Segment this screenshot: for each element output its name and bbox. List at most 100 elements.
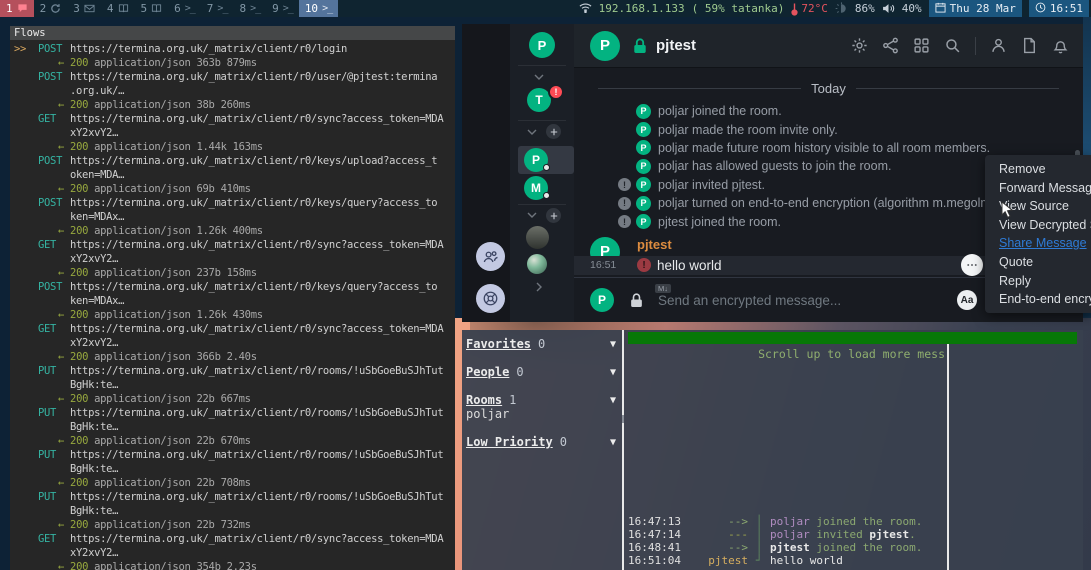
collapse-triangle-icon[interactable]: ▼	[610, 394, 616, 408]
menu-item-share-message[interactable]: Share Message	[985, 234, 1091, 253]
flow-row[interactable]: ken=MDAx…	[14, 294, 455, 308]
menu-item-quote[interactable]: Quote	[985, 253, 1091, 272]
flow-row[interactable]: BgHk:te…	[14, 462, 455, 476]
flow-row[interactable]: ← 200 application/json 22b 670ms	[14, 434, 455, 448]
chat-segment: .	[909, 528, 916, 541]
room-avatar-globe[interactable]	[527, 254, 547, 274]
flow-row[interactable]: ← 200 application/json 69b 410ms	[14, 182, 455, 196]
add-room-button[interactable]	[546, 208, 561, 223]
plus-icon	[550, 212, 558, 220]
format-button[interactable]: Aa	[957, 290, 977, 310]
search-icon[interactable]	[944, 37, 961, 54]
message-input[interactable]: Send an encrypted message...	[658, 293, 841, 308]
share-icon[interactable]	[882, 37, 899, 54]
flow-response: ← 200 application/json 38b 260ms	[58, 99, 251, 111]
workspace-number: 2	[40, 2, 47, 15]
flow-row[interactable]: BgHk:te…	[14, 378, 455, 392]
message-timestamp: 16:51	[590, 259, 624, 271]
flow-row[interactable]: xY2xvY2…	[14, 336, 455, 350]
settings-gear-icon[interactable]	[851, 37, 868, 54]
flow-row[interactable]: BgHk:te…	[14, 504, 455, 518]
encryption-warning-icon: !	[618, 197, 631, 210]
user-avatar[interactable]: P	[529, 32, 555, 58]
flow-row[interactable]: ken=MDAx…	[14, 210, 455, 224]
notifications-bell-icon[interactable]	[1052, 37, 1069, 54]
menu-item-reply[interactable]: Reply	[985, 272, 1091, 291]
members-button[interactable]	[476, 242, 505, 271]
workspace-1[interactable]: 1	[0, 0, 34, 17]
flow-response: ← 200 application/json 366b 2.40s	[58, 351, 257, 363]
sidebar-divider	[622, 330, 624, 570]
flow-row[interactable]: POSThttps://termina.org.uk/_matrix/clien…	[14, 280, 455, 294]
flow-row[interactable]: GEThttps://termina.org.uk/_matrix/client…	[14, 112, 455, 126]
members-person-icon[interactable]	[990, 37, 1007, 54]
flow-row[interactable]: PUThttps://termina.org.uk/_matrix/client…	[14, 448, 455, 462]
message-options-button[interactable]	[961, 254, 983, 276]
topic-bar	[628, 332, 1077, 344]
flow-status-code: ← 200	[58, 351, 94, 363]
flow-row[interactable]: ← 200 application/json 363b 879ms	[14, 56, 455, 70]
flow-row[interactable]: GEThttps://termina.org.uk/_matrix/client…	[14, 322, 455, 336]
collapse-triangle-icon[interactable]: ▼	[610, 338, 616, 352]
flow-row[interactable]: xY2xvY2…	[14, 546, 455, 560]
flow-row[interactable]: ← 200 application/json 22b 708ms	[14, 476, 455, 490]
files-document-icon[interactable]	[1021, 37, 1038, 54]
section-label: Low Priority	[466, 435, 553, 449]
workspace-5[interactable]: 5	[135, 0, 169, 17]
flow-row[interactable]: POSThttps://termina.org.uk/_matrix/clien…	[14, 154, 455, 168]
flow-row[interactable]: >>POSThttps://termina.org.uk/_matrix/cli…	[14, 42, 455, 56]
workspace-3[interactable]: 3	[67, 0, 101, 17]
chevron-down-icon[interactable]	[534, 74, 544, 80]
flow-row[interactable]: ← 200 application/json 354b 2.23s	[14, 560, 455, 570]
flow-url: https://termina.org.uk/_matrix/client/r0…	[70, 113, 443, 125]
buffer-section-rooms[interactable]: Rooms1▼poljar	[466, 393, 620, 421]
flow-row[interactable]: ← 200 application/json 1.26k 400ms	[14, 224, 455, 238]
buffer-section-favorites[interactable]: Favorites0▼	[466, 337, 620, 351]
workspace-9[interactable]: 9>_	[266, 0, 299, 17]
workspace-7[interactable]: 7>_	[201, 0, 234, 17]
flow-row[interactable]: ← 200 application/json 22b 667ms	[14, 392, 455, 406]
menu-item-forward-message[interactable]: Forward Message	[985, 179, 1091, 198]
apps-grid-icon[interactable]	[913, 37, 930, 54]
workspace-10[interactable]: 10>_	[299, 0, 338, 17]
flow-status-code: ← 200	[58, 99, 94, 111]
buffer-section-people[interactable]: People0▼	[466, 365, 620, 379]
collapse-triangle-icon[interactable]: ▼	[610, 366, 616, 380]
flow-row[interactable]: BgHk:te…	[14, 420, 455, 434]
workspace-6[interactable]: 6>_	[168, 0, 201, 17]
flow-row[interactable]: ← 200 application/json 1.44k 163ms	[14, 140, 455, 154]
add-room-button[interactable]	[546, 124, 561, 139]
collapse-triangle-icon[interactable]: ▼	[610, 436, 616, 450]
workspace-2[interactable]: 2	[34, 0, 68, 17]
explore-button[interactable]	[476, 284, 505, 313]
workspace-8[interactable]: 8>_	[233, 0, 266, 17]
menu-item-end-to-end-encry[interactable]: End-to-end encry	[985, 290, 1091, 309]
flow-method: POST	[38, 42, 70, 56]
flow-row[interactable]: GEThttps://termina.org.uk/_matrix/client…	[14, 532, 455, 546]
workspace-4[interactable]: 4	[101, 0, 135, 17]
flow-row[interactable]: POSThttps://termina.org.uk/_matrix/clien…	[14, 196, 455, 210]
flow-row[interactable]: xY2xvY2…	[14, 126, 455, 140]
menu-item-remove[interactable]: Remove	[985, 160, 1091, 179]
flow-row[interactable]: xY2xvY2…	[14, 252, 455, 266]
chat-log: 16:47:13-->│poljar joined the room.16:47…	[628, 515, 946, 567]
flow-row[interactable]: ← 200 application/json 22b 732ms	[14, 518, 455, 532]
flow-row[interactable]: PUThttps://termina.org.uk/_matrix/client…	[14, 406, 455, 420]
flow-row[interactable]: PUThttps://termina.org.uk/_matrix/client…	[14, 490, 455, 504]
chevron-down-icon[interactable]	[527, 129, 537, 135]
flow-row[interactable]: ← 200 application/json 38b 260ms	[14, 98, 455, 112]
flow-row[interactable]: GEThttps://termina.org.uk/_matrix/client…	[14, 238, 455, 252]
room-avatar-tower[interactable]	[526, 226, 549, 249]
flow-row[interactable]: ← 200 application/json 1.26k 430ms	[14, 308, 455, 322]
flow-row[interactable]: POSThttps://termina.org.uk/_matrix/clien…	[14, 70, 455, 84]
flow-row[interactable]: PUThttps://termina.org.uk/_matrix/client…	[14, 364, 455, 378]
buffer-section-low-priority[interactable]: Low Priority0▼	[466, 435, 620, 449]
flow-row[interactable]: ← 200 application/json 366b 2.40s	[14, 350, 455, 364]
flow-row[interactable]: oken=MDA…	[14, 168, 455, 182]
flow-row[interactable]: .org.uk/…	[14, 84, 455, 98]
buffer-item-poljar[interactable]: poljar	[466, 407, 620, 421]
flow-row[interactable]: ← 200 application/json 237b 158ms	[14, 266, 455, 280]
chevron-down-icon[interactable]	[527, 212, 537, 218]
flow-response-info: application/json 1.44k 163ms	[94, 141, 263, 153]
chevron-right-icon[interactable]	[536, 282, 542, 292]
